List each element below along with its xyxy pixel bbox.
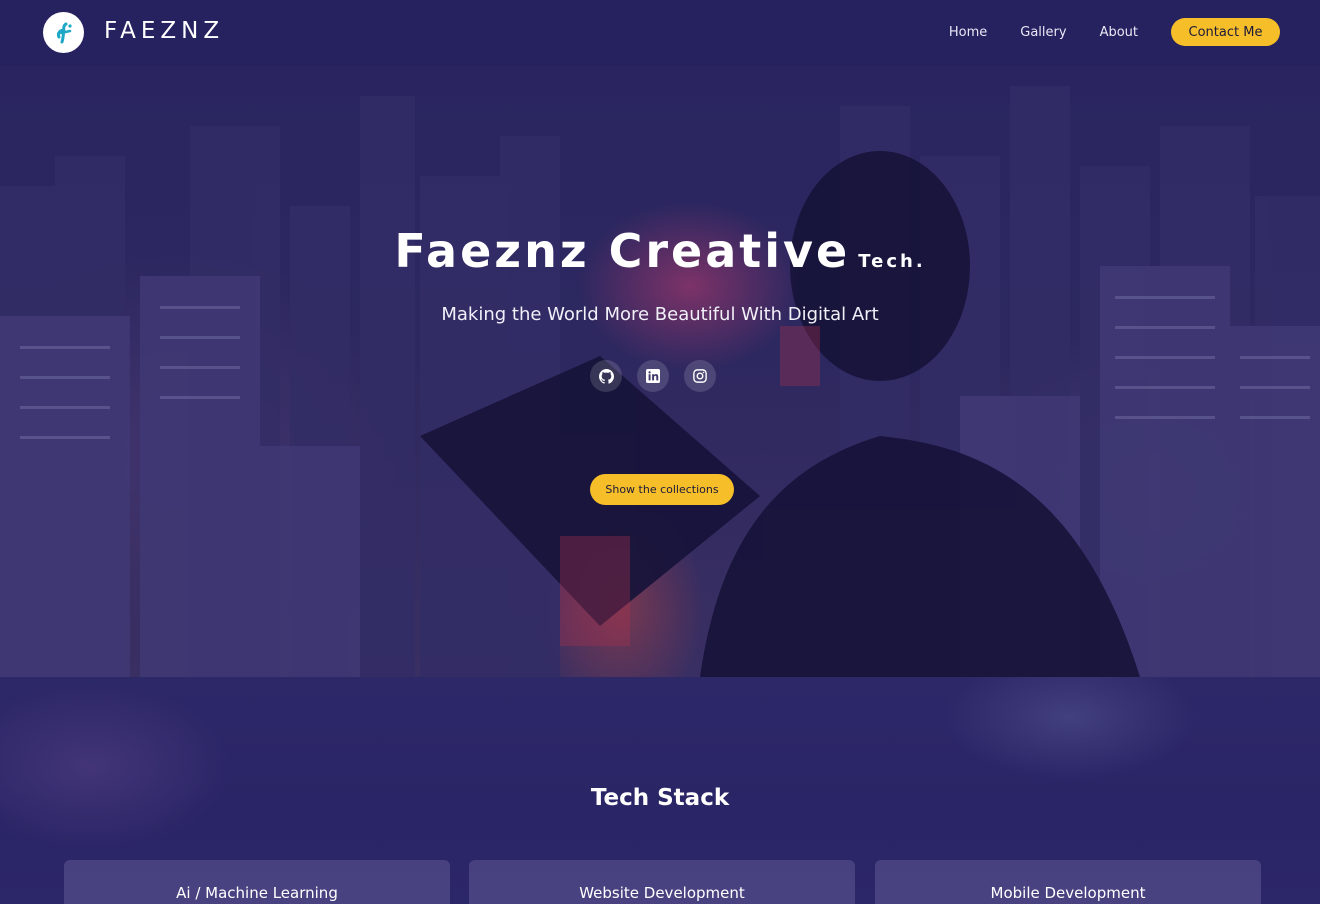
hero-section: Faeznz Creative Tech. Making the World Mo…	[0, 66, 1320, 677]
brand-name[interactable]: FAEZNZ	[104, 18, 224, 44]
github-icon	[598, 368, 614, 384]
main-nav: Home Gallery About Contact Me	[949, 18, 1280, 46]
nav-item-about[interactable]: About	[1100, 25, 1138, 40]
social-links	[590, 360, 731, 392]
instagram-link[interactable]	[684, 360, 716, 392]
tech-card-ai[interactable]: Ai / Machine Learning	[64, 860, 450, 904]
contact-me-button[interactable]: Contact Me	[1171, 18, 1280, 46]
hero-title: Faeznz Creative Tech.	[0, 224, 1320, 278]
tech-stack-section: Tech Stack Ai / Machine Learning Website…	[0, 677, 1320, 904]
tech-card-title: Ai / Machine Learning	[176, 884, 338, 902]
navbar: FAEZNZ Home Gallery About Contact Me	[0, 0, 1320, 66]
tech-card-mobile[interactable]: Mobile Development	[875, 860, 1261, 904]
faeznz-logo-icon[interactable]	[43, 12, 84, 53]
github-link[interactable]	[590, 360, 622, 392]
linkedin-icon	[646, 369, 660, 383]
nav-item-gallery[interactable]: Gallery	[1020, 25, 1066, 40]
linkedin-link[interactable]	[637, 360, 669, 392]
tech-card-title: Mobile Development	[990, 884, 1146, 902]
show-collections-button[interactable]: Show the collections	[590, 474, 734, 505]
tech-card-title: Website Development	[579, 884, 745, 902]
nav-item-home[interactable]: Home	[949, 25, 987, 40]
hero-title-main: Faeznz Creative	[394, 224, 851, 278]
hero-subtitle: Making the World More Beautiful With Dig…	[441, 304, 879, 325]
instagram-icon	[693, 369, 707, 383]
tech-card-web[interactable]: Website Development	[469, 860, 855, 904]
hero-title-suffix: Tech.	[858, 251, 926, 272]
tech-stack-title: Tech Stack	[590, 785, 730, 811]
